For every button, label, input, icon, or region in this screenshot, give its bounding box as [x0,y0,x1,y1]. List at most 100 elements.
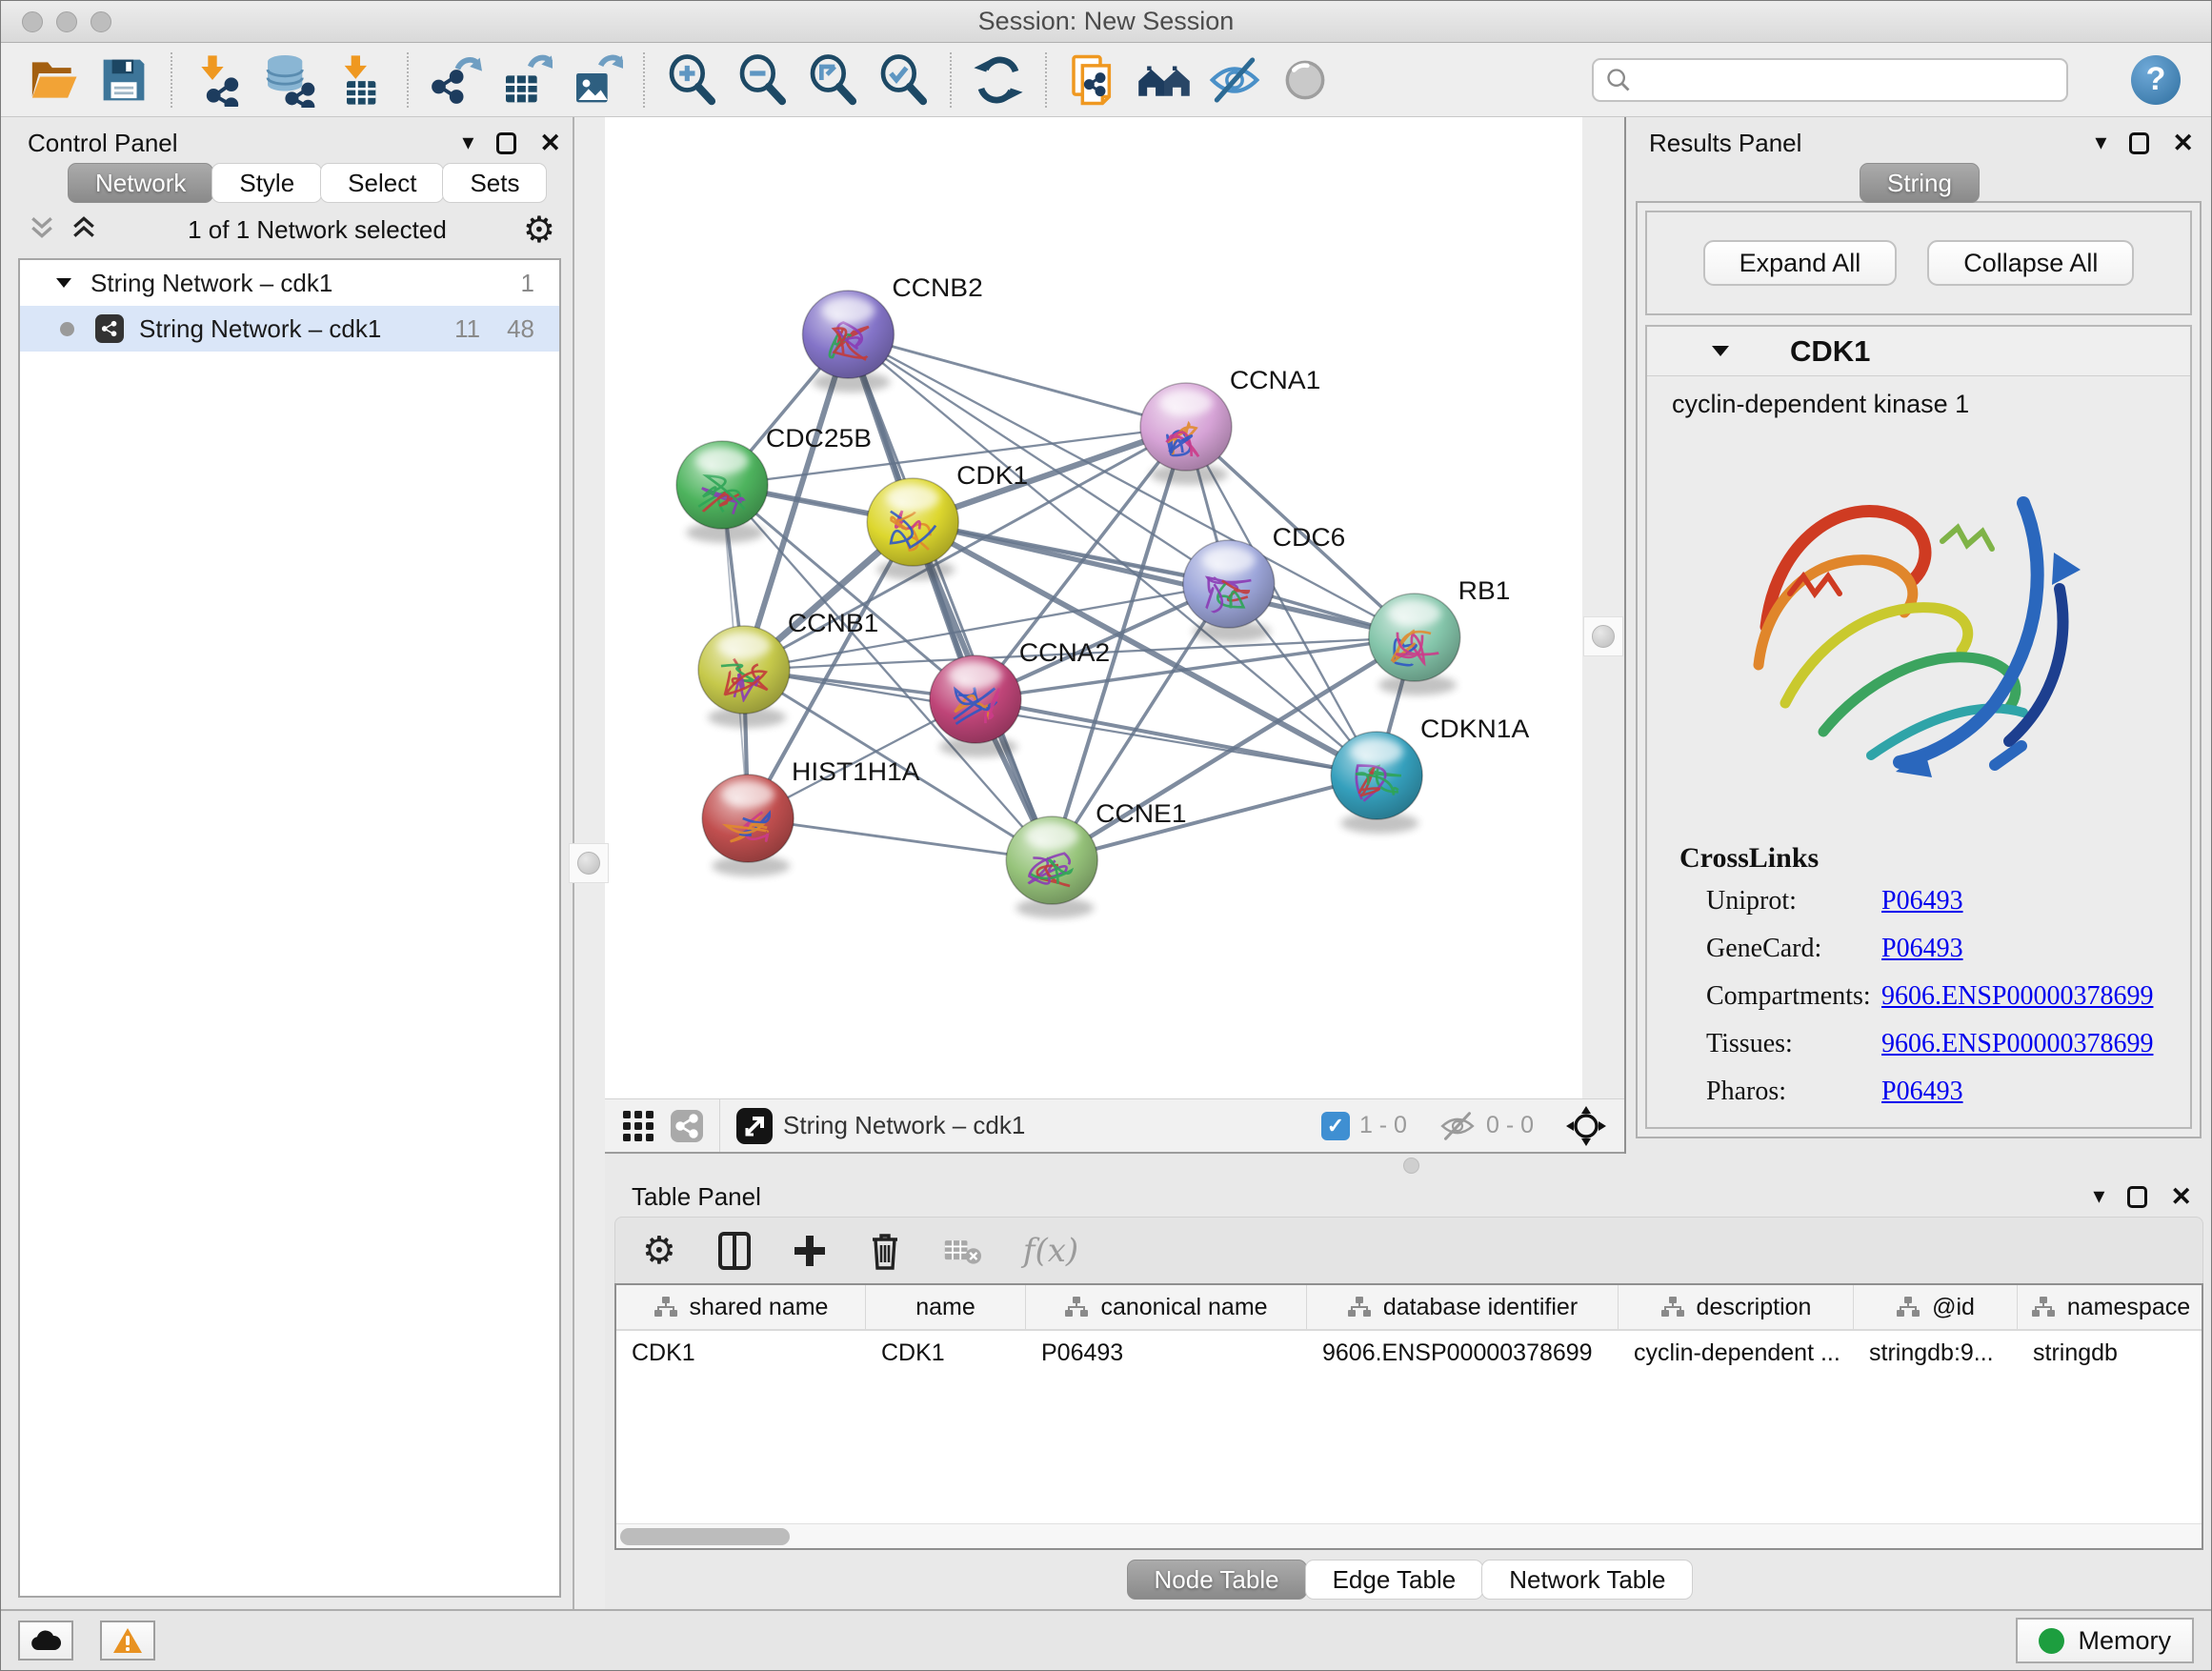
birds-eye-view-icon[interactable] [1565,1105,1607,1147]
zoom-selected-button[interactable] [874,50,933,110]
crosslink-label: Tissues: [1679,1029,1881,1059]
warnings-button[interactable] [100,1621,155,1661]
section-expander-icon[interactable] [1710,343,1731,359]
table-cell[interactable]: stringdb [2018,1331,2202,1375]
zoom-out-button[interactable] [733,50,792,110]
node-CDC6[interactable]: CDC6 [1183,523,1345,642]
node-HIST1H1A[interactable]: HIST1H1A [702,757,920,876]
network-options-gear-icon[interactable]: ⚙ [523,211,555,248]
column-header-name[interactable]: name [866,1285,1026,1329]
float-panel-icon[interactable] [496,132,516,154]
node-CCNB1[interactable]: CCNB1 [698,609,878,728]
zoom-fit-button[interactable] [803,50,862,110]
crosslink-link[interactable]: P06493 [1881,886,1963,916]
delete-table-icon [943,1237,981,1265]
delete-column-trash-icon[interactable] [869,1232,901,1270]
scrollbar-thumb[interactable] [620,1528,790,1545]
grid-view-icon[interactable] [622,1110,654,1142]
toolbar-search[interactable] [1592,58,2068,102]
table-cell[interactable]: cyclin-dependent ... [1619,1331,1854,1375]
column-header-canonical-name[interactable]: canonical name [1026,1285,1307,1329]
network-row[interactable]: String Network – cdk1 11 48 [20,306,559,352]
tab-sets[interactable]: Sets [442,163,547,203]
crosslink-link[interactable]: 9606.ENSP00000378699 [1881,981,2153,1012]
create-column-icon[interactable] [793,1234,827,1268]
column-header-namespace[interactable]: namespace [2018,1285,2202,1329]
search-input[interactable] [1632,67,2041,93]
float-panel-icon[interactable] [2129,132,2149,154]
hide-selected-button[interactable] [1205,50,1264,110]
close-panel-icon[interactable]: ✕ [539,131,561,156]
table-cell[interactable]: 9606.ENSP00000378699 [1307,1331,1619,1375]
edge-CCNB2-CCNA1[interactable] [848,334,1186,427]
results-panel: Results Panel ▾ ✕ String Expand All [1624,117,2211,1154]
show-all-button[interactable] [1276,50,1335,110]
tab-string[interactable]: String [1860,163,1980,203]
table-cell[interactable]: stringdb:9... [1854,1331,2018,1375]
table-cell[interactable]: P06493 [1026,1331,1307,1375]
expand-all-networks-icon[interactable] [70,215,98,245]
node-CCNB2[interactable]: CCNB2 [802,273,982,393]
node-label: CDKN1A [1420,715,1530,743]
first-neighbors-button[interactable] [1135,50,1194,110]
horizontal-splitter[interactable] [605,1154,2211,1177]
tab-edge-table[interactable]: Edge Table [1305,1560,1484,1600]
import-network-database-button[interactable] [260,50,319,110]
left-splitter[interactable] [573,117,605,1609]
collapse-all-button[interactable]: Collapse All [1927,240,2134,286]
panel-menu-icon[interactable]: ▾ [462,131,473,154]
table-row[interactable]: CDK1CDK1P064939606.ENSP00000378699cyclin… [616,1331,2202,1375]
tab-style[interactable]: Style [211,163,322,203]
selected-nodes-checkbox-icon[interactable]: ✓ [1321,1112,1350,1140]
import-table-file-button[interactable] [331,50,390,110]
column-header-database-identifier[interactable]: database identifier [1307,1285,1619,1329]
crosslink-link[interactable]: 9606.ENSP00000378699 [1881,1029,2153,1059]
collapse-all-networks-icon[interactable] [28,215,56,245]
export-image-button[interactable] [567,50,626,110]
tree-expander-icon[interactable] [54,275,73,291]
column-header-shared-name[interactable]: shared name [616,1285,866,1329]
open-in-string-icon[interactable] [735,1107,774,1145]
network-share-icon[interactable] [670,1109,704,1143]
open-session-button[interactable] [24,50,83,110]
network-canvas[interactable]: CCNB2CCNA1CDC25BCDK1CDC6RB1CCNB1CCNA2CDK… [605,117,1582,1098]
crosslink-link[interactable]: P06493 [1881,1077,1963,1107]
cloud-status-button[interactable] [18,1621,73,1661]
table-options-gear-icon[interactable]: ⚙ [642,1229,676,1273]
close-panel-icon[interactable]: ✕ [2170,1184,2192,1210]
right-splitter[interactable] [1582,117,1624,1098]
table-cell[interactable]: CDK1 [866,1331,1026,1375]
node-RB1[interactable]: RB1 [1369,576,1511,695]
expand-all-button[interactable]: Expand All [1703,240,1898,286]
show-columns-icon[interactable] [718,1232,751,1270]
save-session-button[interactable] [94,50,153,110]
column-header-description[interactable]: description [1619,1285,1854,1329]
network-graph[interactable]: CCNB2CCNA1CDC25BCDK1CDC6RB1CCNB1CCNA2CDK… [605,117,1582,1098]
float-panel-icon[interactable] [2127,1186,2147,1208]
zoom-in-button[interactable] [662,50,721,110]
node-CDC25B[interactable]: CDC25B [676,424,872,543]
edge-CCNA2-CDKN1A[interactable] [975,699,1377,775]
memory-button[interactable]: Memory [2016,1618,2194,1663]
column-header-@id[interactable]: @id [1854,1285,2018,1329]
tab-network-table[interactable]: Network Table [1481,1560,1693,1600]
apply-style-refresh-button[interactable] [969,50,1028,110]
crosslink-link[interactable]: P06493 [1881,934,1963,964]
table-cell[interactable]: CDK1 [616,1331,866,1375]
export-table-button[interactable] [496,50,555,110]
close-panel-icon[interactable]: ✕ [2172,131,2194,156]
gene-section-header[interactable]: CDK1 [1647,327,2190,376]
panel-menu-icon[interactable]: ▾ [2093,1185,2104,1208]
node-CDK1[interactable]: CDK1 [867,461,1028,580]
export-network-button[interactable] [426,50,485,110]
help-button[interactable]: ? [2131,55,2181,105]
panel-menu-icon[interactable]: ▾ [2095,131,2106,154]
network-collection-row[interactable]: String Network – cdk1 1 [20,260,559,306]
tab-select[interactable]: Select [320,163,444,203]
import-network-file-button[interactable] [190,50,249,110]
node-CDKN1A[interactable]: CDKN1A [1331,715,1530,834]
new-network-from-selection-button[interactable] [1064,50,1123,110]
tab-network[interactable]: Network [68,163,213,203]
table-horizontal-scrollbar[interactable] [616,1523,2202,1548]
tab-node-table[interactable]: Node Table [1127,1560,1307,1600]
